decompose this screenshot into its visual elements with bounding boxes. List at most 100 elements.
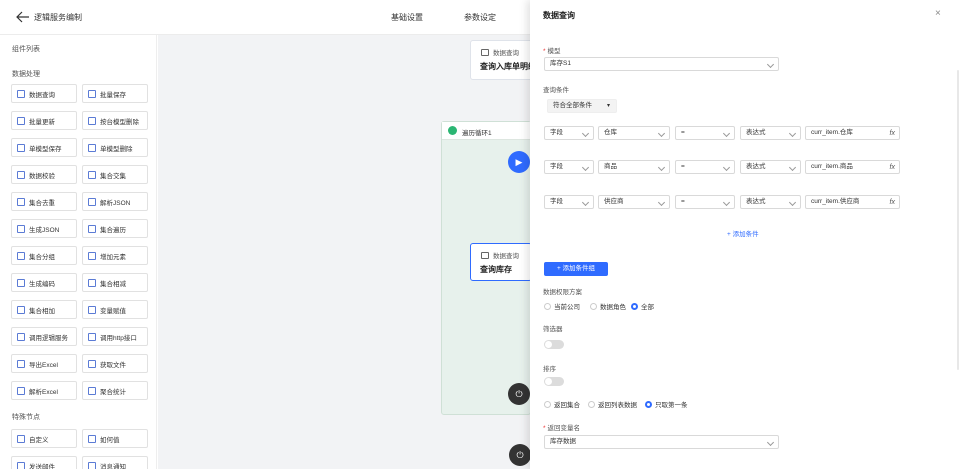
radio-current-company[interactable]: 当前公司 [544,301,580,311]
component-item[interactable]: 集合去重 [11,192,77,211]
component-item[interactable]: 批量更新 [11,111,77,130]
add-condition-link[interactable]: + 添加条件 [727,228,759,238]
node-title: 查询库存 [480,265,512,274]
component-item[interactable]: 集合分组 [11,246,77,265]
back-arrow-icon[interactable] [16,11,30,23]
value-type-select[interactable]: 表达式 [740,160,801,174]
component-item[interactable]: 数据查询 [11,84,77,103]
operator-select[interactable]: = [675,195,735,209]
operator-select[interactable]: = [675,160,735,174]
play-icon[interactable]: ▶ [508,151,530,173]
component-label: 解析Excel [29,388,58,396]
filter-label: 筛选器 [543,326,563,333]
close-icon[interactable]: × [935,8,941,19]
component-item[interactable]: 解析Excel [11,381,77,400]
add-condition-group-button[interactable]: + 添加条件组 [544,262,608,276]
component-icon [17,359,25,368]
radio-first-only[interactable]: 只取第一条 [645,399,688,409]
component-icon [88,224,96,233]
sort-label: 排序 [543,366,556,373]
flow-canvas[interactable]: 数据查询 查询入库单明细 遍历循环1 ▶ 数据查询 查询库存 ⏻ ⏻ [158,35,540,469]
tab-basic-settings[interactable]: 基础设置 [391,12,423,23]
component-item[interactable]: 单模型保存 [11,138,77,157]
component-icon [88,89,96,98]
component-icon [17,89,25,98]
query-drawer: 数据查询 × * 模型 库存S1 查询条件 符合全部条件 ▾ 字段 仓库 = 表达式 cur… [530,0,960,469]
power-icon[interactable]: ⏻ [508,383,530,405]
component-item[interactable]: 获取文件 [82,354,148,373]
condition-mode-select[interactable]: 符合全部条件 ▾ [547,99,617,113]
expression-input[interactable]: curr_item.仓库 fx [805,126,900,140]
component-icon [88,116,96,125]
component-item[interactable]: 解析JSON [82,192,148,211]
drawer-scrollbar[interactable] [957,70,959,370]
operator-select[interactable]: = [675,126,735,140]
sort-toggle[interactable] [544,377,564,386]
fx-icon[interactable]: fx [890,128,895,139]
radio-all[interactable]: 全部 [631,301,654,311]
component-icon [88,197,96,206]
component-icon [17,143,25,152]
fx-icon[interactable]: fx [890,197,895,208]
power-icon[interactable]: ⏻ [509,444,531,466]
loop-container[interactable]: 遍历循环1 ▶ 数据查询 查询库存 ⏻ [441,121,532,415]
return-var-select[interactable]: 库存数据 [544,435,779,449]
component-icon [88,461,96,469]
component-item[interactable]: 生成JSON [11,219,77,238]
loop-title: 遍历循环1 [462,130,492,137]
component-item[interactable]: 变量赋值 [82,300,148,319]
node-title: 查询入库单明细 [480,62,536,71]
component-icon [88,332,96,341]
component-item[interactable]: 聚合统计 [82,381,148,400]
special-node-item[interactable]: 消息通知 [82,456,148,469]
filter-toggle[interactable] [544,340,564,349]
value-type-select[interactable]: 表达式 [740,126,801,140]
component-icon [17,305,25,314]
expression-input[interactable]: curr_item.商品 fx [805,160,900,174]
component-item[interactable]: 集合交集 [82,165,148,184]
field-type-select[interactable]: 字段 [544,195,594,209]
field-select[interactable]: 仓库 [598,126,670,140]
component-item[interactable]: 生成编码 [11,273,77,292]
field-select[interactable]: 供应商 [598,195,670,209]
permission-label: 数据权限方案 [543,289,582,296]
node-query-stock[interactable]: 数据查询 查询库存 [470,243,532,281]
component-item[interactable]: 调用http接口 [82,327,148,346]
radio-return-list[interactable]: 返回列表数据 [588,399,637,409]
component-label: 数据校验 [29,172,55,180]
field-type-select[interactable]: 字段 [544,126,594,140]
component-item[interactable]: 集合相减 [82,273,148,292]
component-icon [17,116,25,125]
component-item[interactable]: 按台模型删除 [82,111,148,130]
component-label: 单模型保存 [29,145,62,153]
fx-icon[interactable]: fx [890,162,895,173]
component-icon [88,251,96,260]
radio-return-collection[interactable]: 返回集合 [544,399,580,409]
component-item[interactable]: 增加元素 [82,246,148,265]
component-item[interactable]: 集合遍历 [82,219,148,238]
expression-input[interactable]: curr_item.供应商 fx [805,195,900,209]
field-type-select[interactable]: 字段 [544,160,594,174]
component-label: 消息通知 [100,463,126,469]
component-item[interactable]: 数据校验 [11,165,77,184]
component-item[interactable]: 批量保存 [82,84,148,103]
component-item[interactable]: 调用逻辑服务 [11,327,77,346]
model-select[interactable]: 库存S1 [544,57,779,71]
component-item[interactable]: 导出Excel [11,354,77,373]
radio-data-role[interactable]: 数据角色 [590,301,626,311]
component-icon [88,359,96,368]
component-item[interactable]: 单模型删除 [82,138,148,157]
field-select[interactable]: 商品 [598,160,670,174]
component-label: 生成JSON [29,226,60,234]
tab-parameter-settings[interactable]: 参数设定 [464,12,496,23]
component-label: 变量赋值 [100,307,126,315]
special-node-item[interactable]: 自定义 [11,429,77,448]
special-node-item[interactable]: 发送邮件 [11,456,77,469]
value-type-select[interactable]: 表达式 [740,195,801,209]
component-label: 集合分组 [29,253,55,261]
component-item[interactable]: 集合相加 [11,300,77,319]
component-icon [88,278,96,287]
node-type: 数据查询 [493,253,519,260]
special-node-item[interactable]: 如何值 [82,429,148,448]
condition-label: 查询条件 [543,87,569,94]
